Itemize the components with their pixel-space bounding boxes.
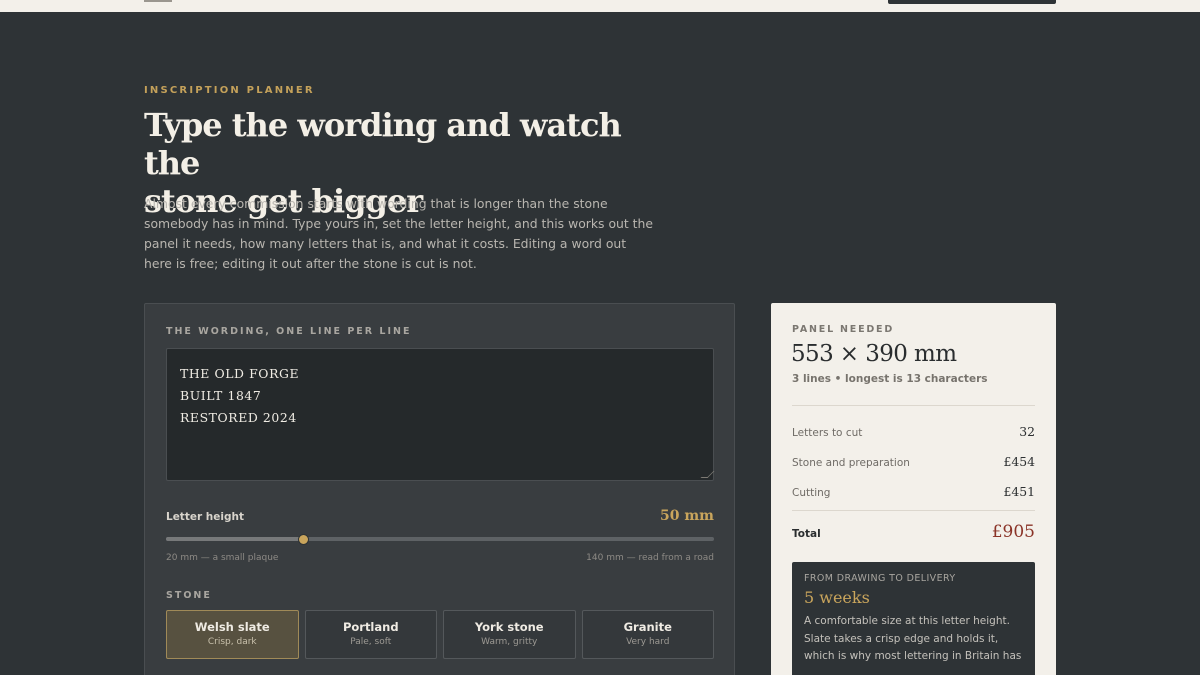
divider (792, 510, 1035, 511)
letter-height-min-caption: 20 mm — a small plaque (166, 553, 279, 563)
stone-option-welsh-slate[interactable]: Welsh slate Crisp, dark (166, 610, 299, 659)
summary-row-stone: Stone and preparation £454 (792, 454, 1035, 469)
nav-cta-button[interactable] (888, 0, 1056, 4)
planner-form: THE WORDING, ONE LINE PER LINE THE OLD F… (144, 303, 735, 675)
summary-row-value: £454 (1003, 454, 1035, 469)
summary-row-cutting: Cutting £451 (792, 484, 1035, 499)
logo[interactable] (144, 0, 172, 2)
summary-row-label: Letters to cut (792, 427, 863, 439)
letter-height-label: Letter height (166, 511, 245, 523)
summary-total: Total £905 (792, 522, 1035, 542)
total-label: Total (792, 528, 821, 540)
page-title-line-1: Type the wording and watch the (144, 106, 622, 182)
stone-options: Welsh slate Crisp, dark Portland Pale, s… (166, 610, 714, 659)
stone-option-portland[interactable]: Portland Pale, soft (304, 610, 437, 659)
slider-fill (166, 537, 303, 541)
stone-option-desc: Very hard (626, 637, 670, 647)
summary-eyebrow: PANEL NEEDED (792, 324, 895, 335)
summary-row-label: Stone and preparation (792, 457, 910, 469)
page-eyebrow: INSCRIPTION PLANNER (144, 85, 315, 96)
wording-line: BUILT 1847 (180, 388, 262, 403)
stone-option-york-stone[interactable]: York stone Warm, gritty (443, 610, 576, 659)
wording-textarea[interactable]: THE OLD FORGE BUILT 1847 RESTORED 2024 (166, 348, 715, 481)
wording-line: THE OLD FORGE (180, 366, 300, 381)
stone-option-granite[interactable]: Granite Very hard (581, 610, 714, 659)
resize-handle-icon[interactable] (700, 471, 715, 478)
panel-size: 553 × 390 mm (791, 341, 957, 367)
wording-line: RESTORED 2024 (180, 410, 297, 425)
wording-label: THE WORDING, ONE LINE PER LINE (166, 326, 412, 337)
letter-height-max-caption: 140 mm — read from a road (586, 553, 714, 563)
letter-height-slider[interactable] (166, 534, 714, 545)
summary-row-value: 32 (1019, 424, 1035, 439)
top-nav-bar (0, 0, 1200, 12)
stone-option-name: Welsh slate (194, 620, 270, 634)
stone-option-desc: Warm, gritty (481, 637, 538, 647)
summary-row-value: £451 (1003, 484, 1035, 499)
stone-label: STONE (166, 590, 212, 601)
stone-option-name: York stone (474, 620, 544, 634)
divider (792, 405, 1035, 406)
slider-thumb[interactable] (298, 534, 309, 545)
delivery-box: FROM DRAWING TO DELIVERY 5 weeks A comfo… (792, 562, 1035, 675)
stone-option-name: Portland (342, 620, 399, 634)
letter-height-value: 50 mm (660, 508, 714, 524)
delivery-weeks: 5 weeks (804, 588, 870, 607)
total-value: £905 (991, 522, 1035, 542)
summary-row-letters: Letters to cut 32 (792, 424, 1035, 439)
stone-option-name: Granite (623, 620, 672, 634)
summary-row-label: Cutting (792, 487, 831, 499)
delivery-note: A comfortable size at this letter height… (804, 615, 1022, 662)
intro-paragraph: Almost every commission starts with word… (144, 196, 654, 271)
panel-size-detail: 3 lines • longest is 13 characters (792, 373, 988, 385)
stone-option-desc: Pale, soft (350, 637, 392, 647)
summary-card: PANEL NEEDED 553 × 390 mm 3 lines • long… (771, 303, 1056, 675)
delivery-eyebrow: FROM DRAWING TO DELIVERY (804, 573, 956, 584)
stone-option-desc: Crisp, dark (207, 637, 257, 647)
